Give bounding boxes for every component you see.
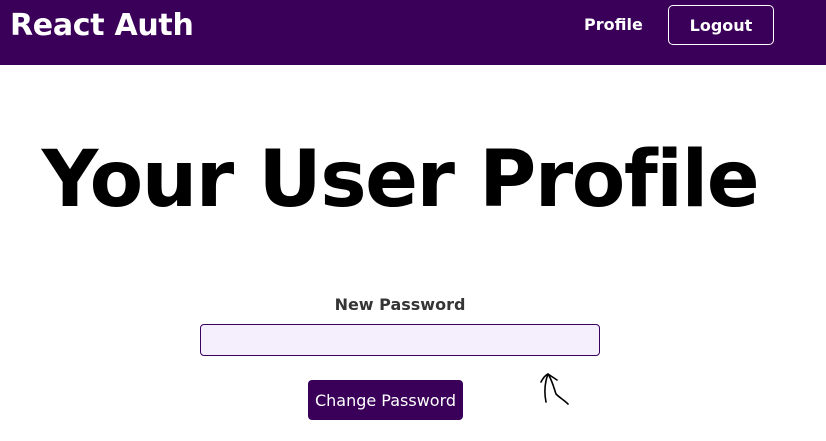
new-password-input[interactable] bbox=[200, 324, 600, 356]
change-password-button[interactable]: Change Password bbox=[308, 380, 463, 420]
page-title: Your User Profile bbox=[41, 135, 760, 225]
app-logo[interactable]: React Auth bbox=[10, 6, 194, 46]
app-header: React Auth Profile Logout bbox=[0, 0, 826, 65]
nav-profile-link[interactable]: Profile bbox=[584, 14, 643, 36]
logout-button[interactable]: Logout bbox=[668, 5, 774, 45]
hand-drawn-arrow-annotation bbox=[540, 373, 569, 405]
new-password-label: New Password bbox=[334, 295, 466, 314]
